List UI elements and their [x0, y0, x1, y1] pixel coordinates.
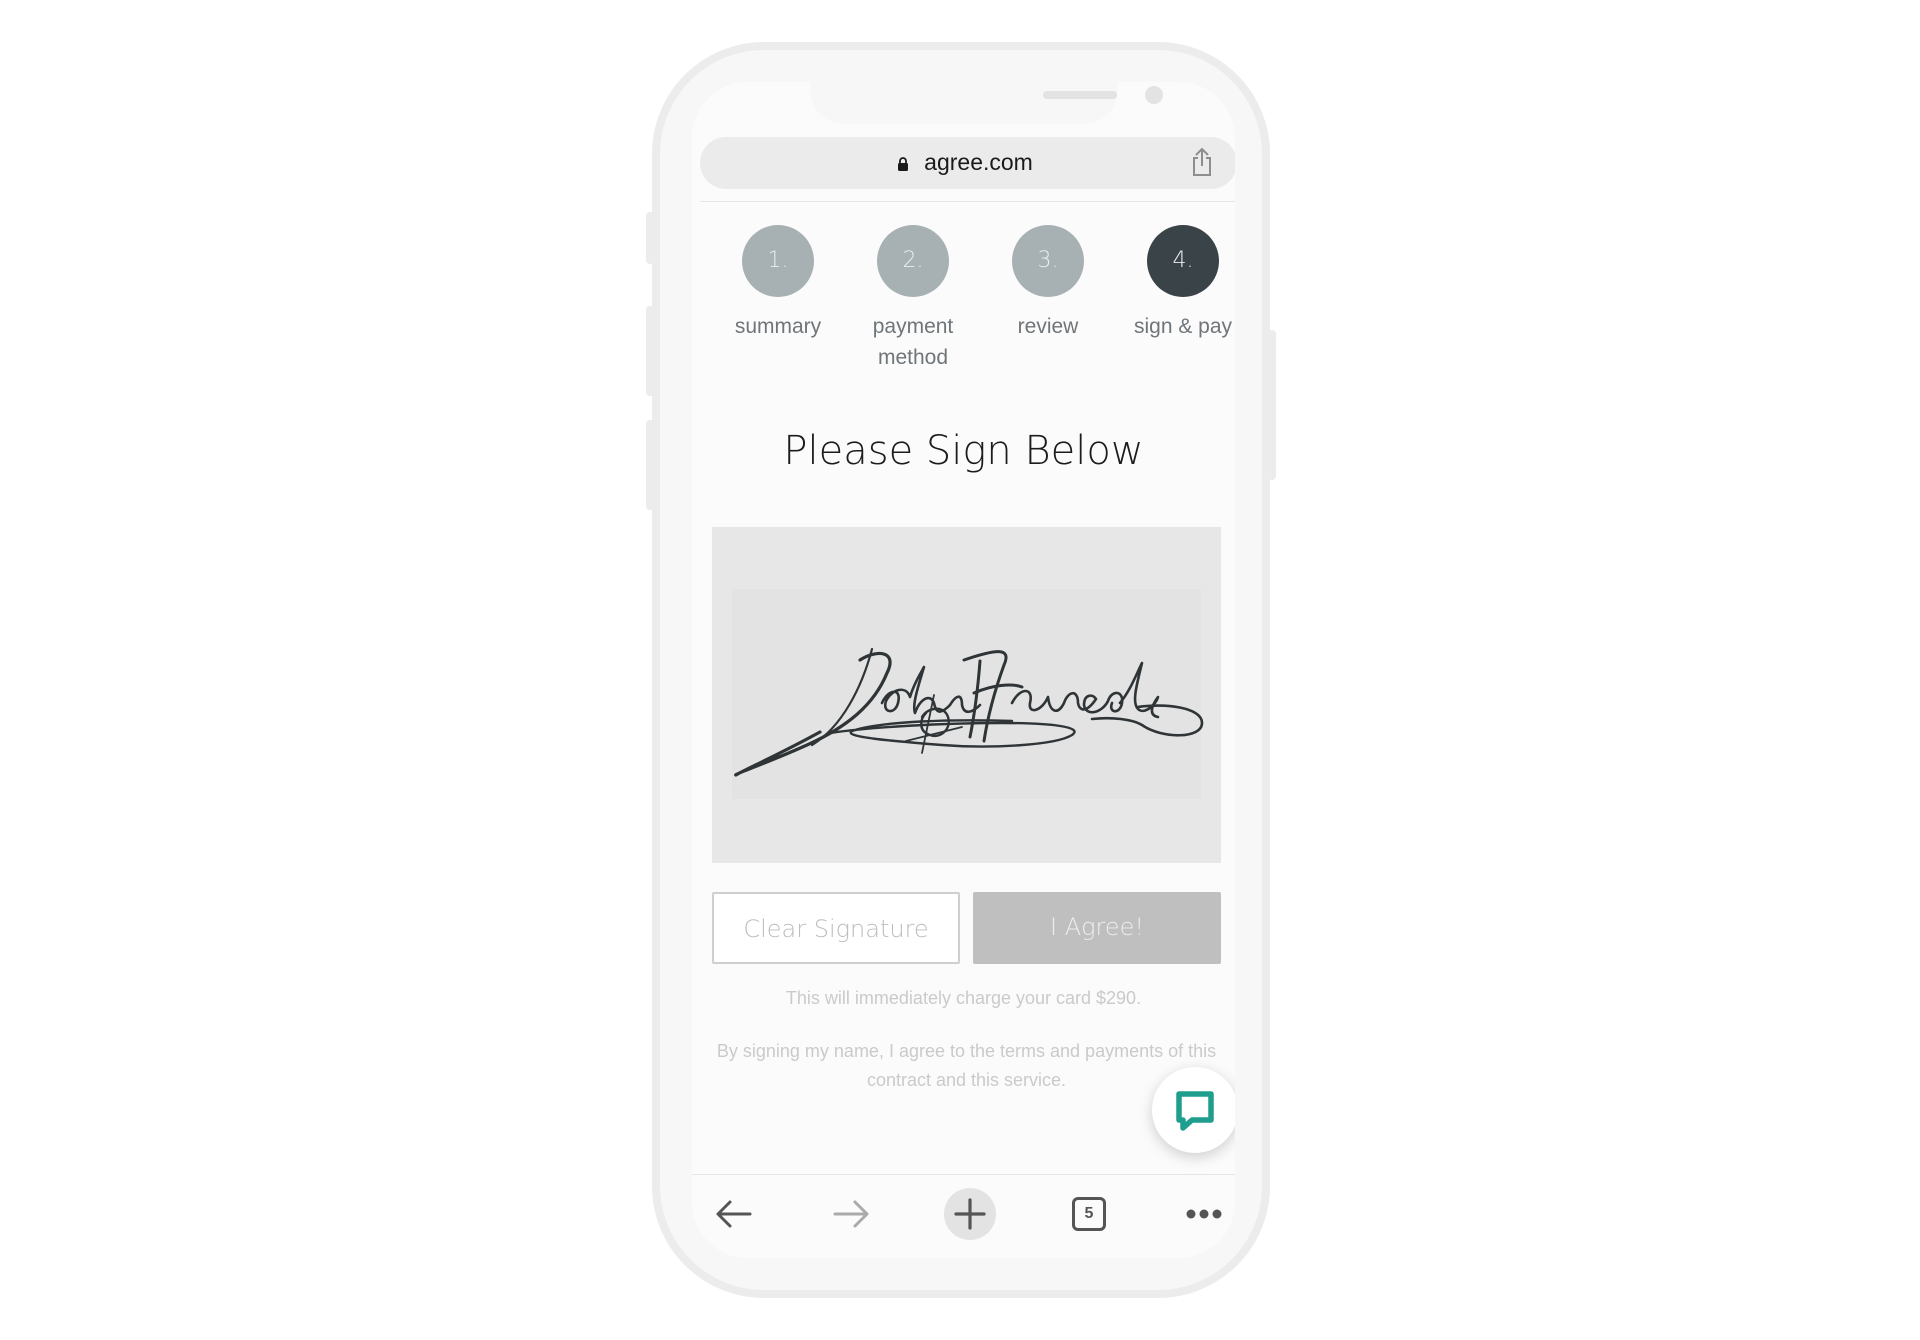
tabs-count: 5 [1072, 1197, 1106, 1231]
chat-button[interactable] [1152, 1067, 1235, 1153]
notch [810, 82, 1163, 124]
url-text: agree.com [924, 149, 1033, 175]
phone-screen: agree.com 1. summary 2. payment method 3… [692, 82, 1235, 1258]
step-summary[interactable]: 1. summary [708, 225, 848, 342]
more-dots-icon[interactable] [1176, 1186, 1232, 1242]
new-tab-plus-icon[interactable] [942, 1186, 998, 1242]
step-review[interactable]: 3. review [978, 225, 1118, 342]
step-number: 2. [877, 225, 949, 297]
step-number: 1. [742, 225, 814, 297]
speaker [1043, 91, 1117, 99]
share-icon[interactable] [1189, 147, 1215, 177]
step-label: review [1017, 315, 1079, 338]
address-bar-divider [700, 201, 1235, 202]
chat-bubble-icon [1176, 1091, 1214, 1131]
toolbar-divider [692, 1174, 1235, 1175]
phone-side-button [646, 212, 654, 264]
address-bar[interactable]: agree.com [700, 137, 1235, 189]
step-label: sign & pay [1133, 315, 1233, 338]
step-label: summary [734, 315, 822, 338]
forward-arrow-icon[interactable] [823, 1186, 879, 1242]
front-camera [1145, 86, 1163, 104]
step-number: 4. [1147, 225, 1219, 297]
step-payment-method[interactable]: 2. payment method [843, 225, 983, 373]
terms-notice: By signing my name, I agree to the terms… [716, 1041, 1217, 1090]
agree-button[interactable]: I Agree! [973, 892, 1221, 964]
signature-drawing [734, 647, 1204, 777]
phone-power-button [1268, 330, 1276, 480]
phone-volume-down-button [646, 420, 654, 510]
back-arrow-icon[interactable] [706, 1186, 762, 1242]
phone-volume-up-button [646, 306, 654, 396]
step-label: payment method [872, 315, 954, 369]
step-sign-and-pay[interactable]: 4. sign & pay [1113, 225, 1235, 342]
signature-pad[interactable] [712, 527, 1221, 863]
step-number: 3. [1012, 225, 1084, 297]
tabs-icon[interactable]: 5 [1061, 1186, 1117, 1242]
charge-notice: This will immediately charge your card $… [785, 988, 1142, 1008]
page-title: Please Sign Below [783, 428, 1144, 474]
clear-signature-button[interactable]: Clear Signature [712, 892, 960, 964]
